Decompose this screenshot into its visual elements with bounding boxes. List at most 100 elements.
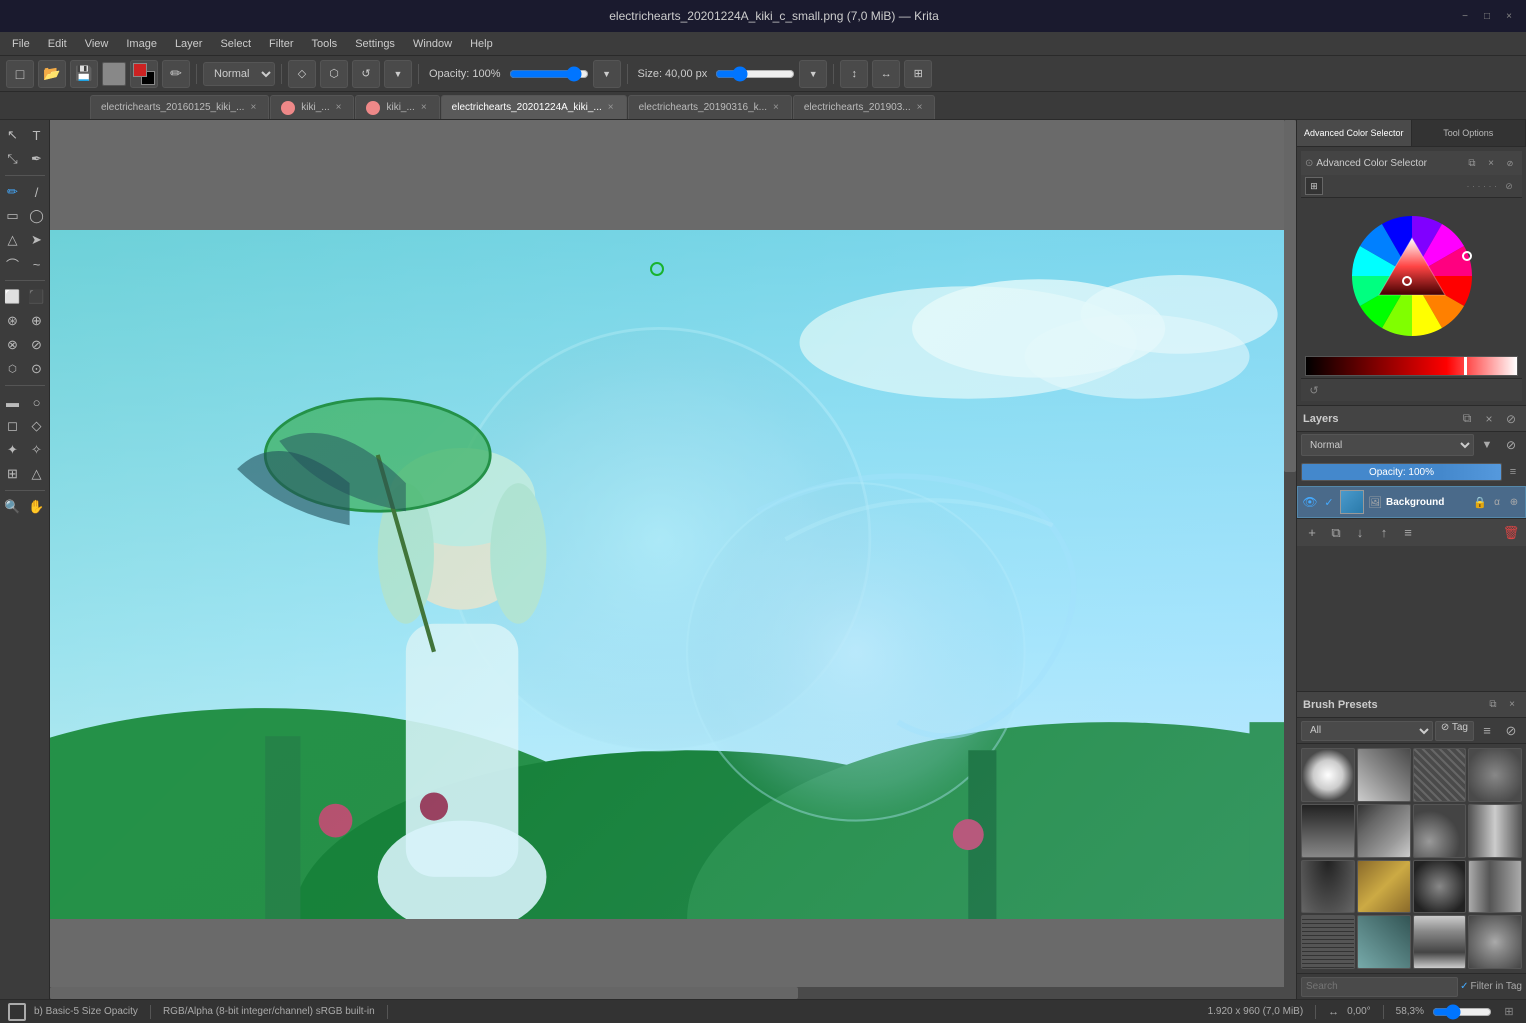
mirror-h-button[interactable]: ↕ (840, 60, 868, 88)
brush-item-10[interactable] (1357, 860, 1411, 914)
brush-item-7[interactable] (1413, 804, 1467, 858)
layer-extra-icon[interactable]: ⊕ (1507, 495, 1521, 509)
wrap-button[interactable]: ⊞ (904, 60, 932, 88)
new-doc-button[interactable]: □ (6, 60, 34, 88)
blend-mode-select[interactable]: Normal Multiply Screen Overlay (203, 62, 275, 86)
layers-opacity-bar[interactable]: Opacity: 100% (1301, 463, 1502, 481)
close-button[interactable]: × (1502, 9, 1516, 23)
alpha-lock-button[interactable]: ⬡ (320, 60, 348, 88)
brush-view-btn[interactable]: ≡ (1476, 720, 1498, 742)
layers-close-btn[interactable]: × (1480, 410, 1498, 428)
delete-layer-btn[interactable]: 🗑 (1500, 522, 1522, 544)
brush-item-1[interactable] (1301, 748, 1355, 802)
ellipse-tool[interactable]: ◯ (26, 205, 48, 227)
layer-eye-icon[interactable]: 👁 (1302, 494, 1318, 510)
pen-tool[interactable]: ✒ (26, 148, 48, 170)
ellipse-select-tool[interactable]: ○ (26, 391, 48, 413)
color-panel-float[interactable]: ⧉ (1464, 155, 1480, 171)
brush-close-btn[interactable]: × (1504, 697, 1520, 713)
zoom-tool[interactable]: 🔍 (2, 496, 24, 518)
eraser-button[interactable]: ◇ (288, 60, 316, 88)
menu-help[interactable]: Help (462, 36, 501, 52)
brush-item-2[interactable] (1357, 748, 1411, 802)
tab-5-close[interactable]: × (915, 102, 925, 113)
opacity-expand[interactable]: ▼ (593, 60, 621, 88)
brush-float-btn[interactable]: ⧉ (1485, 697, 1501, 713)
menu-tools[interactable]: Tools (304, 36, 346, 52)
deform-tool[interactable]: ⊛ (2, 310, 24, 332)
color-panel-close[interactable]: × (1483, 155, 1499, 171)
menu-layer[interactable]: Layer (167, 36, 211, 52)
freehand-select[interactable]: ⌒ (2, 253, 24, 275)
tab-1-close[interactable]: × (334, 102, 344, 113)
tab-4-close[interactable]: × (771, 102, 781, 113)
magic-wand[interactable]: ✦ (2, 439, 24, 461)
opacity-slider[interactable] (509, 64, 589, 84)
rect-select-tool[interactable]: ▬ (2, 391, 24, 413)
color-wheel-svg[interactable] (1342, 206, 1482, 346)
brush-tool[interactable]: ✏ (2, 181, 24, 203)
transform-tool[interactable]: ⤡ (2, 148, 24, 170)
layers-opacity-menu[interactable]: ≡ (1504, 463, 1522, 481)
layers-filter-icon[interactable]: ⊘ (1500, 434, 1522, 456)
text-tool[interactable]: T (26, 124, 48, 146)
expand-btn[interactable]: ▼ (384, 60, 412, 88)
menu-image[interactable]: Image (118, 36, 165, 52)
smart-patch[interactable]: ⊕ (26, 310, 48, 332)
brush-search-input[interactable] (1301, 977, 1458, 997)
bezier-select[interactable]: ◇ (26, 415, 48, 437)
add-layer-btn[interactable]: + (1301, 522, 1323, 544)
layers-float-btn[interactable]: ⧉ (1458, 410, 1476, 428)
tab-0[interactable]: electrichearts_20160125_kiki_... × (90, 95, 269, 119)
color-gradient-bar[interactable] (1305, 356, 1518, 376)
contiguous-select[interactable]: ✧ (26, 439, 48, 461)
menu-view[interactable]: View (77, 36, 117, 52)
brush-item-3[interactable] (1413, 748, 1467, 802)
fill-tool[interactable]: ⬜ (2, 286, 24, 308)
color-toolbar-btn2[interactable]: ⊘ (1500, 177, 1518, 195)
layers-blend-filter[interactable]: ▼ (1476, 434, 1498, 456)
size-expand[interactable]: ▼ (799, 60, 827, 88)
brush-tag-btn[interactable]: ⊘ Tag (1435, 721, 1474, 741)
clone-tool[interactable]: ⊗ (2, 334, 24, 356)
merge-layers-btn[interactable]: ≡ (1397, 522, 1419, 544)
curve-tool[interactable]: ~ (26, 253, 48, 275)
brush-item-6[interactable] (1357, 804, 1411, 858)
line-tool[interactable]: / (26, 181, 48, 203)
fullscreen-btn[interactable]: ⊞ (1500, 1003, 1518, 1021)
brush-item-15[interactable] (1413, 915, 1467, 969)
select-tool[interactable]: ↖ (2, 124, 24, 146)
brush-item-13[interactable] (1301, 915, 1355, 969)
canvas-image[interactable] (50, 230, 1296, 919)
layer-alpha-icon[interactable]: α (1490, 495, 1504, 509)
color-toolbar-btn1[interactable]: ⊞ (1305, 177, 1323, 195)
minimize-button[interactable]: − (1458, 9, 1472, 23)
menu-edit[interactable]: Edit (40, 36, 75, 52)
brush-item-8[interactable] (1468, 804, 1522, 858)
preserve-alpha-button[interactable]: ↺ (352, 60, 380, 88)
tab-4[interactable]: electrichearts_20190316_k... × (628, 95, 792, 119)
color-fg-bg[interactable] (130, 60, 158, 88)
tab-2[interactable]: kiki_... × (355, 95, 439, 119)
rect-tool[interactable]: ▭ (2, 205, 24, 227)
tab-tool-options[interactable]: Tool Options (1412, 120, 1526, 146)
menu-filter[interactable]: Filter (261, 36, 301, 52)
maximize-button[interactable]: □ (1480, 9, 1494, 23)
move-layer-down-btn[interactable]: ↓ (1349, 522, 1371, 544)
arrow-tool[interactable]: ➤ (26, 229, 48, 251)
layer-lock-icon[interactable]: 🔒 (1473, 495, 1487, 509)
magnetic-select[interactable]: ⊞ (2, 463, 24, 485)
menu-file[interactable]: File (4, 36, 38, 52)
tab-3-close[interactable]: × (606, 102, 616, 113)
open-button[interactable]: 📂 (38, 60, 66, 88)
tab-2-close[interactable]: × (419, 102, 429, 113)
eraser-tool[interactable]: ⬡ (2, 358, 24, 380)
layers-blend-select[interactable]: Normal Multiply Screen (1301, 434, 1474, 456)
menu-window[interactable]: Window (405, 36, 460, 52)
h-scroll-thumb[interactable] (50, 987, 798, 999)
tab-3[interactable]: electrichearts_20201224A_kiki_... × (441, 95, 627, 119)
poly-select-tool[interactable]: ◻ (2, 415, 24, 437)
canvas-area[interactable] (50, 120, 1296, 999)
color-panel-settings[interactable]: ⊘ (1502, 155, 1518, 171)
v-scroll-thumb[interactable] (1284, 120, 1296, 472)
